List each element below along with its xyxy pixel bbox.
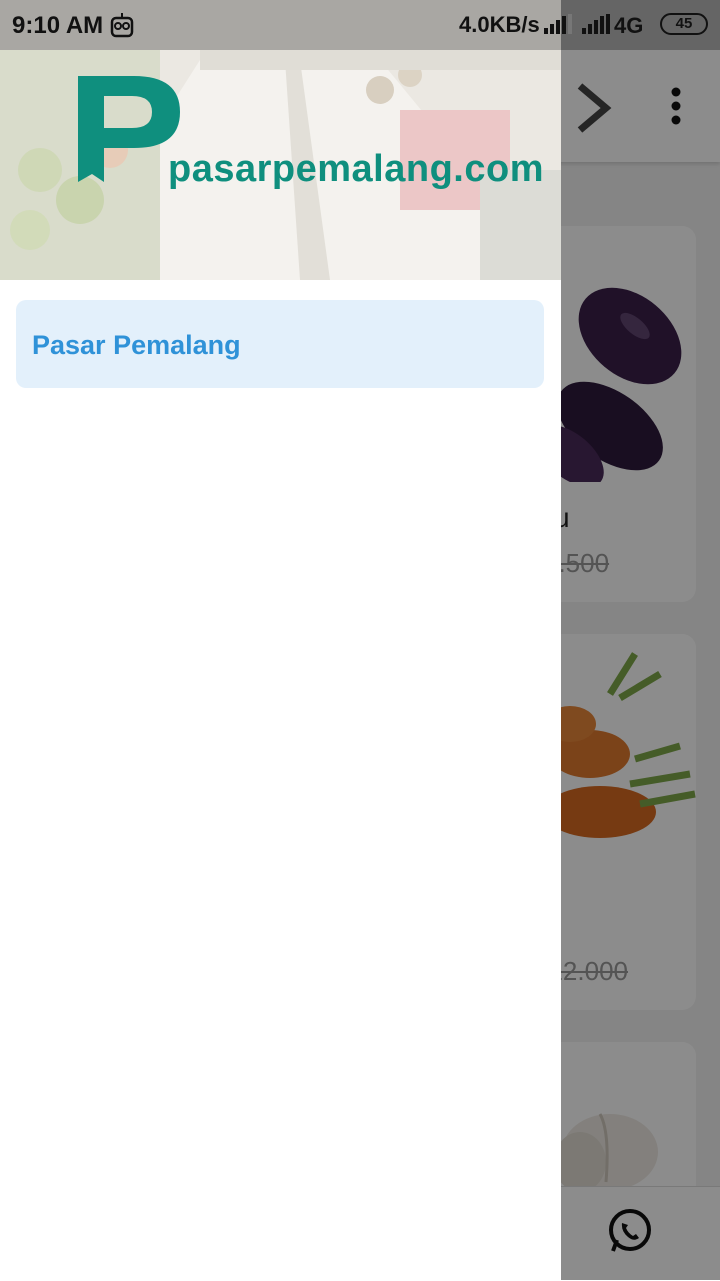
network-type: 4G <box>614 13 644 38</box>
status-bar: 9:10 AM 4.0KB/s 4G 45 <box>0 0 720 50</box>
signal-icon <box>544 14 572 34</box>
logo-text: pasarpemalang.com <box>168 148 544 190</box>
network-speed: 4.0KB/s <box>459 12 540 37</box>
battery-icon: 45 <box>660 13 708 35</box>
navigation-drawer: pasarpemalang.com Pasar Pemalang <box>0 0 561 1280</box>
robot-notification-icon <box>110 13 134 38</box>
drawer-item-label: Pasar Pemalang <box>32 330 241 360</box>
drawer-item-pasar-pemalang[interactable]: Pasar Pemalang <box>16 300 544 388</box>
status-time: 9:10 AM <box>12 12 104 39</box>
signal-icon <box>582 14 610 34</box>
